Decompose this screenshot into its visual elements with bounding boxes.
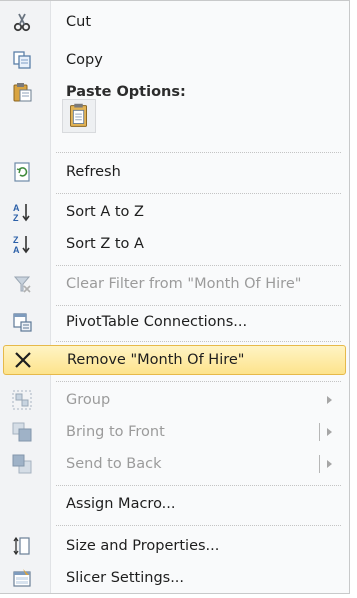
slicer-settings-icon: [13, 569, 31, 587]
group-icon: [12, 390, 32, 410]
bring-to-front-icon: [12, 422, 32, 442]
submenu-arrow-icon: [327, 396, 332, 404]
svg-text:Z: Z: [13, 235, 19, 245]
scissors-icon: [13, 13, 31, 32]
menu-label-slicer-settings: Slicer Settings...: [66, 570, 185, 586]
separator: [56, 381, 341, 382]
menu-item-group: Group: [0, 385, 350, 415]
menu-item-remove[interactable]: Remove "Month Of Hire": [3, 345, 346, 375]
menu-label-cut: Cut: [66, 14, 91, 30]
menu-item-bring-to-front: Bring to Front: [0, 417, 350, 447]
copy-icon: [13, 51, 31, 69]
separator: [56, 485, 341, 486]
menu-item-send-to-back: Send to Back: [0, 449, 350, 479]
menu-item-sort-z-to-a[interactable]: Z A Sort Z to A: [0, 229, 350, 259]
sort-descending-icon: Z A: [13, 235, 30, 255]
send-to-back-icon: [12, 454, 32, 474]
svg-text:A: A: [13, 203, 20, 213]
svg-text:Z: Z: [13, 213, 19, 223]
submenu-arrow-icon: [327, 460, 332, 468]
clipboard-icon: [13, 83, 32, 102]
separator: [56, 341, 341, 342]
menu-item-pivottable-connections[interactable]: PivotTable Connections...: [0, 307, 350, 337]
refresh-icon: [14, 162, 30, 182]
menu-label-copy: Copy: [66, 52, 103, 68]
separator: [56, 305, 341, 306]
sort-ascending-icon: A Z: [13, 203, 30, 223]
menu-item-refresh[interactable]: Refresh: [0, 157, 350, 187]
separator: [56, 265, 341, 266]
menu-item-assign-macro[interactable]: Assign Macro...: [0, 489, 350, 519]
menu-item-sort-a-to-z[interactable]: A Z Sort A to Z: [0, 197, 350, 227]
menu-label-refresh: Refresh: [66, 164, 121, 180]
separator: [56, 525, 341, 526]
context-menu: Cut Copy Paste Options: Refresh A Z Sort…: [0, 0, 350, 594]
submenu-arrow-icon: [327, 428, 332, 436]
menu-label-remove: Remove "Month Of Hire": [67, 352, 245, 368]
menu-label-assign-macro: Assign Macro...: [66, 496, 176, 512]
menu-label-paste-options: Paste Options:: [66, 84, 186, 100]
close-icon: [15, 352, 31, 368]
menu-label-pivottable-connections: PivotTable Connections...: [66, 314, 248, 330]
separator: [56, 193, 341, 194]
menu-label-send-to-back: Send to Back: [66, 456, 162, 472]
menu-label-clear-filter: Clear Filter from "Month Of Hire": [66, 276, 302, 292]
menu-header-paste-options: Paste Options:: [0, 77, 350, 107]
paste-button[interactable]: [62, 99, 96, 133]
split-divider: [319, 423, 320, 441]
paste-icon: [70, 103, 87, 127]
split-divider: [319, 455, 320, 473]
menu-item-size-and-properties[interactable]: Size and Properties...: [0, 531, 350, 561]
size-and-properties-icon: [13, 536, 30, 556]
svg-text:A: A: [13, 245, 20, 255]
menu-item-copy[interactable]: Copy: [0, 45, 350, 75]
clear-filter-icon: [13, 276, 31, 293]
separator: [56, 152, 341, 153]
menu-label-group: Group: [66, 392, 111, 408]
menu-label-size-and-properties: Size and Properties...: [66, 538, 220, 554]
menu-item-clear-filter: Clear Filter from "Month Of Hire": [0, 269, 350, 299]
menu-item-slicer-settings[interactable]: Slicer Settings...: [0, 563, 350, 593]
pivottable-connections-icon: [13, 313, 32, 332]
menu-label-sort-a-to-z: Sort A to Z: [66, 204, 144, 220]
menu-label-bring-to-front: Bring to Front: [66, 424, 165, 440]
menu-item-cut[interactable]: Cut: [0, 7, 350, 37]
menu-label-sort-z-to-a: Sort Z to A: [66, 236, 144, 252]
